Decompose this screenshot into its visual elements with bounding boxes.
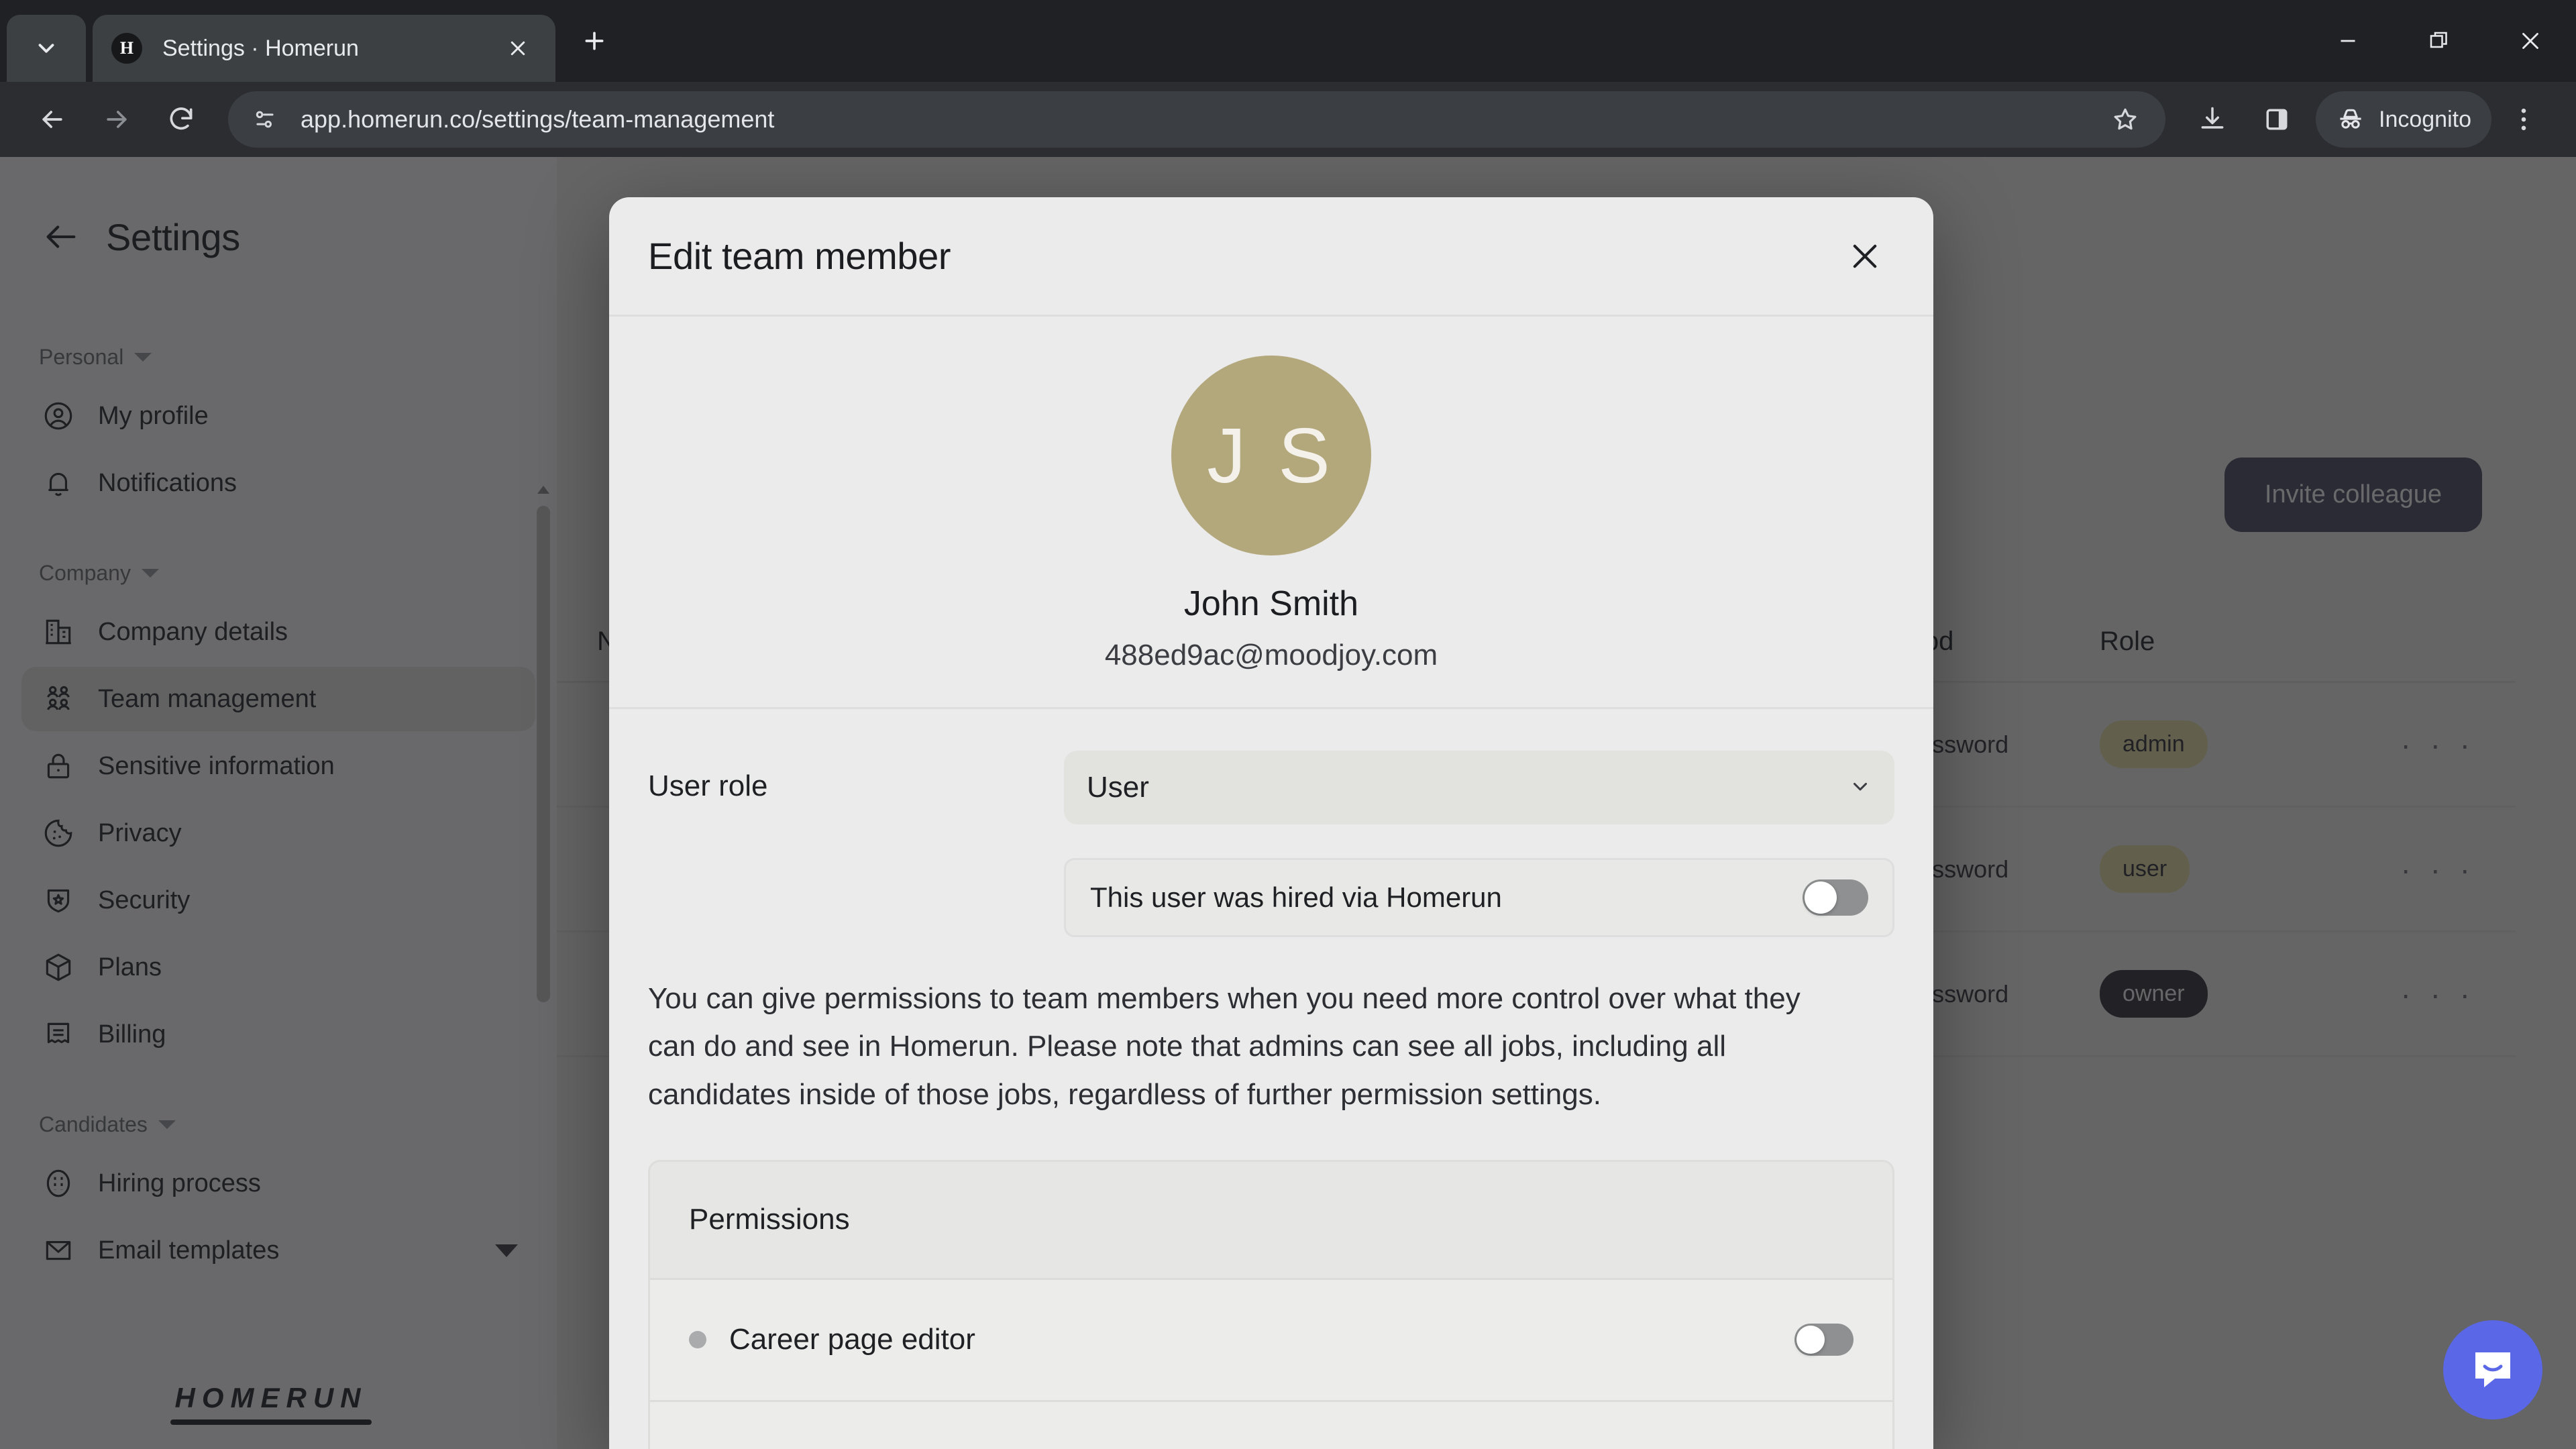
- user-role-selected-value: User: [1087, 771, 1149, 804]
- star-icon[interactable]: [2105, 99, 2145, 140]
- tab-close-icon[interactable]: [499, 30, 537, 67]
- permission-toggle[interactable]: [1794, 1324, 1854, 1356]
- download-icon[interactable]: [2180, 87, 2245, 152]
- browser-tab[interactable]: H Settings · Homerun: [93, 15, 555, 82]
- address-bar[interactable]: app.homerun.co/settings/team-management: [228, 91, 2165, 148]
- chevron-down-icon: [1849, 775, 1872, 801]
- reload-icon[interactable]: [149, 87, 213, 152]
- hired-via-homerun-toggle[interactable]: [1803, 879, 1868, 916]
- member-email: 488ed9ac@moodjoy.com: [1104, 639, 1438, 672]
- incognito-badge[interactable]: Incognito: [2316, 91, 2491, 148]
- tab-search-chevron-icon[interactable]: [7, 15, 86, 82]
- back-arrow-icon[interactable]: [20, 87, 85, 152]
- three-dot-menu-icon[interactable]: [2491, 87, 2556, 152]
- window-controls: [2302, 0, 2576, 82]
- minimize-icon[interactable]: [2302, 0, 2394, 82]
- browser-window: H Settings · Homerun app.homerun.co/sett…: [0, 0, 2576, 1449]
- tab-title: Settings · Homerun: [162, 35, 359, 61]
- member-profile-block: J S John Smith 488ed9ac@moodjoy.com: [609, 317, 1933, 709]
- site-settings-icon[interactable]: [248, 103, 282, 136]
- close-icon[interactable]: [1835, 227, 1894, 286]
- incognito-label: Incognito: [2379, 106, 2471, 132]
- permission-row-partial: [650, 1401, 1892, 1449]
- permission-label: Career page editor: [729, 1323, 975, 1356]
- tab-strip: H Settings · Homerun: [0, 0, 2576, 82]
- close-icon[interactable]: [2485, 0, 2576, 82]
- permissions-header: Permissions: [650, 1162, 1892, 1280]
- user-role-section: User role User This user was hired via H…: [609, 709, 1933, 937]
- hired-via-homerun-label: This user was hired via Homerun: [1090, 881, 1502, 913]
- modal-title: Edit team member: [648, 235, 951, 277]
- bullet-dot-icon: [689, 1331, 706, 1349]
- member-name: John Smith: [1183, 584, 1359, 623]
- intercom-chat-button[interactable]: [2443, 1320, 2542, 1419]
- permission-note: You can give permissions to team members…: [648, 982, 1801, 1111]
- forward-arrow-icon[interactable]: [85, 87, 149, 152]
- favicon-letter: H: [119, 38, 134, 58]
- permission-row-career-page-editor: Career page editor: [650, 1279, 1892, 1402]
- user-role-label: User role: [648, 769, 768, 802]
- page-viewport: Settings Personal My pro: [0, 157, 2576, 1449]
- browser-toolbar: app.homerun.co/settings/team-management …: [0, 82, 2576, 157]
- edit-team-member-modal: Edit team member J S John Smith 488ed9ac…: [609, 197, 1933, 1449]
- avatar: J S: [1171, 356, 1371, 555]
- hired-via-homerun-row: This user was hired via Homerun: [1064, 858, 1894, 937]
- modal-body: J S John Smith 488ed9ac@moodjoy.com User…: [609, 317, 1933, 1449]
- side-panel-icon[interactable]: [2245, 87, 2309, 152]
- modal-header: Edit team member: [609, 197, 1933, 317]
- toggle-knob: [1796, 1326, 1825, 1354]
- toggle-knob: [1805, 881, 1837, 914]
- url-text[interactable]: app.homerun.co/settings/team-management: [301, 105, 2105, 133]
- restore-icon[interactable]: [2394, 0, 2485, 82]
- new-tab-button[interactable]: [568, 14, 621, 68]
- homerun-favicon: H: [111, 33, 142, 64]
- user-role-select[interactable]: User: [1064, 751, 1894, 824]
- intercom-chat-icon: [2475, 1352, 2510, 1387]
- permissions-card: Permissions Career page editor: [648, 1159, 1894, 1449]
